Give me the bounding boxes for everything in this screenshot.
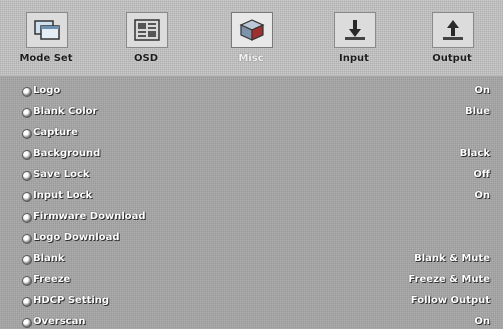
osd-menu: Mode Set OSD Misc Input Output Logo On B… <box>0 0 503 329</box>
menu-item-capture[interactable]: Capture <box>0 122 503 143</box>
tab-label: Misc <box>238 53 264 64</box>
menu-list: Logo On Blank Color Blue Capture Backgro… <box>0 80 503 332</box>
menu-item-label: HDCP Setting <box>33 295 110 306</box>
bullet-icon <box>22 255 32 265</box>
menu-item-label: Blank Color <box>33 106 98 117</box>
menu-item-hdcp-setting[interactable]: HDCP Setting Follow Output <box>0 290 503 311</box>
menu-item-value: On <box>474 85 490 96</box>
bullet-icon <box>22 108 32 118</box>
menu-item-label: Capture <box>33 127 78 138</box>
bullet-icon <box>22 150 32 160</box>
tab-misc[interactable]: Misc <box>211 12 291 72</box>
menu-item-value: Blank & Mute <box>414 253 490 264</box>
menu-item-label: Input Lock <box>33 190 93 201</box>
menu-item-logo[interactable]: Logo On <box>0 80 503 101</box>
bullet-icon <box>22 192 32 202</box>
input-arrow-icon <box>334 12 376 48</box>
menu-item-blank[interactable]: Blank Blank & Mute <box>0 248 503 269</box>
menu-item-label: Firmware Download <box>33 211 146 222</box>
menu-item-value: On <box>474 190 490 201</box>
bullet-icon <box>22 129 32 139</box>
tab-label: Input <box>339 53 369 64</box>
bullet-icon <box>22 171 32 181</box>
window-icon <box>26 12 68 48</box>
tab-bar: Mode Set OSD Misc Input Output <box>0 0 503 76</box>
tab-mode-set[interactable]: Mode Set <box>6 12 86 72</box>
menu-item-label: Save Lock <box>33 169 90 180</box>
menu-item-value: Black <box>459 148 490 159</box>
bullet-icon <box>22 297 32 307</box>
tab-output[interactable]: Output <box>412 12 492 72</box>
menu-item-value: Follow Output <box>410 295 490 306</box>
menu-item-firmware-download[interactable]: Firmware Download <box>0 206 503 227</box>
menu-item-freeze[interactable]: Freeze Freeze & Mute <box>0 269 503 290</box>
bullet-icon <box>22 234 32 244</box>
menu-item-blank-color[interactable]: Blank Color Blue <box>0 101 503 122</box>
bullet-icon <box>22 318 32 328</box>
bullet-icon <box>22 87 32 97</box>
menu-item-label: Logo <box>33 85 61 96</box>
menu-item-label: Freeze <box>33 274 71 285</box>
menu-item-value: Blue <box>465 106 490 117</box>
menu-item-label: Background <box>33 148 101 159</box>
tab-label: Output <box>432 53 472 64</box>
bullet-icon <box>22 213 32 223</box>
output-arrow-icon <box>432 12 474 48</box>
menu-item-label: Logo Download <box>33 232 120 243</box>
bullet-icon <box>22 276 32 286</box>
tab-label: Mode Set <box>19 53 73 64</box>
menu-item-logo-download[interactable]: Logo Download <box>0 227 503 248</box>
osd-grid-icon <box>126 12 168 48</box>
menu-item-background[interactable]: Background Black <box>0 143 503 164</box>
tab-label: OSD <box>133 53 158 64</box>
cube-icon <box>231 12 273 48</box>
menu-item-input-lock[interactable]: Input Lock On <box>0 185 503 206</box>
tab-input[interactable]: Input <box>314 12 394 72</box>
menu-item-value: Freeze & Mute <box>408 274 490 285</box>
menu-item-label: Blank <box>33 253 65 264</box>
tab-osd[interactable]: OSD <box>106 12 186 72</box>
menu-item-save-lock[interactable]: Save Lock Off <box>0 164 503 185</box>
menu-item-value: Off <box>473 169 490 180</box>
